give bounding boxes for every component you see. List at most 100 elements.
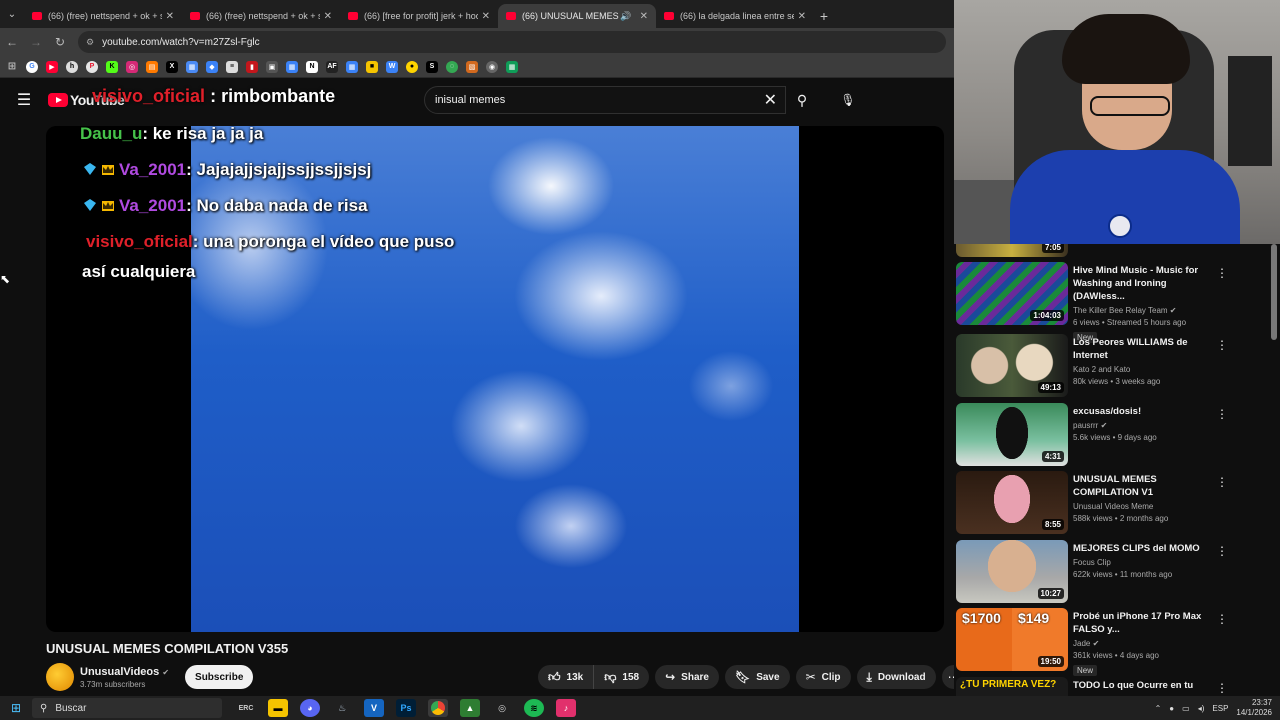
video-title[interactable]: Los Peores WILLIAMS de Internet	[1073, 336, 1213, 362]
video-thumbnail[interactable]: 4:31	[956, 403, 1068, 466]
bookmark-icon[interactable]: AF	[326, 60, 338, 73]
apps-grid-icon[interactable]: ⊞	[6, 61, 18, 73]
save-button[interactable]: 🔖︎ Save	[724, 665, 790, 689]
channel-name[interactable]: Jade ✔	[1073, 639, 1213, 648]
discord-icon[interactable]: ◕	[300, 699, 320, 717]
video-player[interactable]: Dauu_u: ke risa ja ja ja Va_2001: Jajaja…	[46, 126, 944, 632]
bookmark-icon[interactable]: ◉	[486, 60, 498, 73]
reload-icon[interactable]: ↻	[48, 35, 72, 49]
new-tab-button[interactable]: +	[814, 4, 834, 28]
taskbar-clock[interactable]: 23:37 14/1/2026	[1236, 698, 1272, 718]
list-item[interactable]: ¿TU PRIMERA VEZ? TODO Lo que Ocurre en t…	[956, 677, 1276, 696]
tiktok-icon[interactable]: ♪	[556, 699, 576, 717]
clip-button[interactable]: ✂ Clip	[795, 665, 851, 689]
video-title[interactable]: excusas/dosis!	[1073, 405, 1213, 418]
subscribe-button[interactable]: Subscribe	[185, 665, 254, 689]
video-title[interactable]: Probé un iPhone 17 Pro Max FALSO y...	[1073, 610, 1213, 636]
list-item[interactable]: 7:05	[956, 244, 1276, 260]
bookmark-icon[interactable]: ▦	[346, 60, 358, 73]
forward-arrow-icon[interactable]: →	[24, 35, 48, 49]
chrome-icon[interactable]	[428, 699, 448, 717]
steam-icon[interactable]: ♨	[332, 699, 352, 717]
bookmark-icon[interactable]: ▮	[246, 60, 258, 73]
menu-hamburger-icon[interactable]: ☰	[0, 90, 48, 110]
app-icon[interactable]: V	[364, 699, 384, 717]
taskbar-search[interactable]: ⚲ Buscar	[32, 698, 222, 718]
list-item[interactable]: 10:27 MEJORES CLIPS del MOMO Focus Clip …	[956, 540, 1276, 606]
browser-tab[interactable]: (66) (free) nettspend + ok + sa ✕	[182, 4, 340, 28]
volume-icon[interactable]: ◂)	[1198, 704, 1205, 713]
clear-search-icon[interactable]: ✕	[764, 90, 777, 110]
video-title[interactable]: MEJORES CLIPS del MOMO	[1073, 542, 1213, 555]
bookmark-icon[interactable]: N	[306, 60, 318, 73]
tab-search-button[interactable]: ⌄	[0, 0, 24, 28]
video-thumbnail[interactable]: 8:55	[956, 471, 1068, 534]
video-thumbnail[interactable]: $1700 $149 19:50	[956, 608, 1068, 671]
bookmark-icon[interactable]: S	[426, 60, 438, 73]
close-tab-icon[interactable]: ✕	[798, 11, 806, 22]
video-thumbnail[interactable]: 10:27	[956, 540, 1068, 603]
more-vertical-icon[interactable]: ⋮	[1216, 612, 1228, 626]
video-title[interactable]: TODO Lo que Ocurre en tu	[1073, 679, 1213, 692]
close-tab-icon[interactable]: ✕	[640, 11, 648, 22]
bookmark-icon[interactable]: ■	[366, 60, 378, 73]
bookmark-icon[interactable]: W	[386, 60, 398, 73]
url-input[interactable]: ⚙ youtube.com/watch?v=m27Zsl-Fglc	[78, 31, 946, 53]
more-vertical-icon[interactable]: ⋮	[1216, 681, 1228, 695]
bookmark-icon[interactable]: ◆	[206, 60, 218, 73]
search-button[interactable]: ⚲	[786, 86, 818, 114]
more-vertical-icon[interactable]: ⋮	[1216, 544, 1228, 558]
channel-name[interactable]: Focus Clip	[1073, 558, 1213, 567]
photoshop-icon[interactable]: Ps	[396, 699, 416, 717]
list-item[interactable]: 8:55 UNUSUAL MEMES COMPILATION V1 Unusua…	[956, 471, 1276, 537]
video-thumbnail[interactable]: 49:13	[956, 334, 1068, 397]
language-indicator[interactable]: ESP	[1212, 704, 1228, 713]
bookmark-icon[interactable]: ◎	[126, 60, 138, 73]
video-thumbnail[interactable]: 7:05	[956, 244, 1068, 257]
close-tab-icon[interactable]: ✕	[482, 11, 490, 22]
bookmark-icon[interactable]: X	[166, 60, 178, 73]
more-vertical-icon[interactable]: ⋮	[1216, 266, 1228, 280]
download-button[interactable]: ⤓ Download	[856, 665, 936, 689]
channel-name[interactable]: pausrrr ✔	[1073, 421, 1213, 430]
video-thumbnail[interactable]: ¿TU PRIMERA VEZ?	[956, 677, 1068, 696]
list-item[interactable]: 4:31 excusas/dosis! pausrrr ✔ 5.6k views…	[956, 403, 1276, 469]
bookmark-icon[interactable]: ▦	[286, 60, 298, 73]
dislike-button[interactable]: 👎︎ 158	[594, 665, 650, 689]
list-item[interactable]: 49:13 Los Peores WILLIAMS de Internet Ka…	[956, 334, 1276, 400]
share-button[interactable]: ↪ Share	[655, 665, 719, 689]
bookmark-icon[interactable]: ▤	[146, 60, 158, 73]
bookmark-icon[interactable]: ▦	[506, 60, 518, 73]
close-tab-icon[interactable]: ✕	[324, 11, 332, 22]
channel-name[interactable]: Kato 2 and Kato	[1073, 365, 1213, 374]
more-vertical-icon[interactable]: ⋮	[1216, 338, 1228, 352]
video-title[interactable]: UNUSUAL MEMES COMPILATION V1	[1073, 473, 1213, 499]
like-button[interactable]: 👍︎ 13k	[538, 665, 595, 689]
spotify-icon[interactable]: ≋	[524, 699, 544, 717]
bookmark-icon[interactable]: ●	[406, 60, 418, 73]
channel-name[interactable]: UnusualVideos ✔	[80, 666, 169, 678]
browser-tab[interactable]: (66) la delgada linea entre ser s ✕	[656, 4, 814, 28]
app-icon[interactable]: ▲	[460, 699, 480, 717]
network-icon[interactable]: ▭	[1182, 704, 1190, 713]
chevron-up-icon[interactable]: ⌃	[1155, 704, 1162, 713]
bookmark-icon[interactable]: h	[66, 60, 78, 73]
list-item[interactable]: $1700 $149 19:50 Probé un iPhone 17 Pro …	[956, 608, 1276, 676]
channel-name[interactable]: The Killer Bee Relay Team ✔	[1073, 306, 1213, 315]
close-tab-icon[interactable]: ✕	[166, 11, 174, 22]
site-info-icon[interactable]: ⚙	[86, 37, 94, 48]
bookmark-icon[interactable]: ◌	[446, 60, 458, 73]
list-item[interactable]: 1:04:03 Hive Mind Music - Music for Wash…	[956, 262, 1276, 343]
bookmark-icon[interactable]: P	[86, 60, 98, 73]
video-title[interactable]: Hive Mind Music - Music for Washing and …	[1073, 264, 1213, 303]
search-input[interactable]: inisual memes ✕	[424, 86, 786, 114]
more-vertical-icon[interactable]: ⋮	[1216, 475, 1228, 489]
bookmark-icon[interactable]: G	[26, 60, 38, 73]
browser-tab-active[interactable]: (66) UNUSUAL MEMES CO 🔊 ✕	[498, 4, 656, 28]
app-icon[interactable]: ERC	[236, 699, 256, 717]
bookmark-icon[interactable]: ≡	[226, 60, 238, 73]
bookmark-icon[interactable]: ▶	[46, 60, 58, 73]
voice-search-button[interactable]: 🎙	[834, 86, 862, 114]
bookmark-icon[interactable]: ▣	[266, 60, 278, 73]
sidebar-scrollbar[interactable]	[1271, 244, 1277, 340]
